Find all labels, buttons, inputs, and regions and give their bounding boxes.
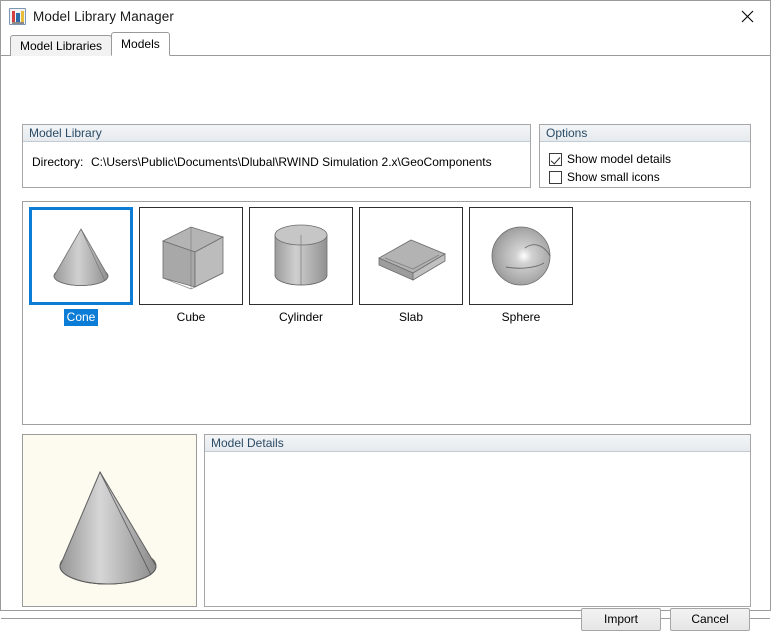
option-show-small-icons[interactable]: Show small icons <box>549 168 750 186</box>
model-thumbnail-cylinder <box>249 207 353 305</box>
option-show-model-details[interactable]: Show model details <box>549 150 750 168</box>
model-item-slab[interactable]: Slab <box>359 207 463 326</box>
model-thumbnail-list[interactable]: Cone Cube Cylinder Slab Sphere <box>22 201 751 425</box>
cylinder-icon <box>274 224 328 286</box>
tab-models[interactable]: Models <box>111 32 170 56</box>
library-icon <box>9 8 26 25</box>
model-label-sphere: Sphere <box>501 310 541 324</box>
cone-preview-icon <box>59 470 157 585</box>
model-details-content[interactable] <box>205 452 750 606</box>
model-label-cone: Cone <box>29 309 133 326</box>
model-item-cube[interactable]: Cube <box>139 207 243 326</box>
cube-icon <box>161 226 225 290</box>
tab-model-libraries[interactable]: Model Libraries <box>10 35 113 56</box>
model-label-cylinder: Cylinder <box>278 310 323 324</box>
model-library-group-body: Directory: C:\Users\Public\Documents\Dlu… <box>23 142 530 169</box>
sphere-icon <box>491 226 551 286</box>
model-thumbnail-cone <box>29 207 133 305</box>
checkbox-show-model-details[interactable] <box>549 152 562 166</box>
model-details-group-title: Model Details <box>205 435 750 452</box>
model-item-cone[interactable]: Cone <box>29 207 133 326</box>
model-thumbnail-sphere <box>469 207 573 305</box>
slab-icon <box>378 239 446 281</box>
model-item-cylinder[interactable]: Cylinder <box>249 207 353 326</box>
directory-label: Directory: <box>32 155 84 169</box>
model-preview-panel[interactable] <box>22 434 197 607</box>
model-thumbnail-slab <box>359 207 463 305</box>
options-group: Options Show model details Show small ic… <box>539 124 751 188</box>
model-thumbnail-cube <box>139 207 243 305</box>
options-group-title: Options <box>540 125 750 142</box>
option-show-model-details-label: Show model details <box>567 152 672 166</box>
model-details-group: Model Details <box>204 434 751 607</box>
model-item-sphere[interactable]: Sphere <box>469 207 573 326</box>
model-library-group: Model Library Directory: C:\Users\Public… <box>22 124 531 188</box>
close-icon[interactable] <box>725 1 770 32</box>
checkbox-show-small-icons[interactable] <box>549 170 562 184</box>
directory-row: Directory: C:\Users\Public\Documents\Dlu… <box>23 142 530 169</box>
option-show-small-icons-label: Show small icons <box>567 170 660 184</box>
directory-value[interactable]: C:\Users\Public\Documents\Dlubal\RWIND S… <box>91 155 492 169</box>
cone-icon <box>53 228 109 286</box>
model-label-cube: Cube <box>176 310 206 324</box>
model-library-manager-window: Model Library Manager Model Libraries Mo… <box>0 0 771 631</box>
models-tab-page: Model Library Directory: C:\Users\Public… <box>1 55 770 631</box>
tab-strip: Model Libraries Models <box>1 32 770 56</box>
model-library-group-title: Model Library <box>23 125 530 142</box>
title-bar: Model Library Manager <box>1 1 770 32</box>
options-group-body: Show model details Show small icons <box>540 142 750 186</box>
model-label-slab: Slab <box>398 310 424 324</box>
window-title: Model Library Manager <box>33 9 174 24</box>
